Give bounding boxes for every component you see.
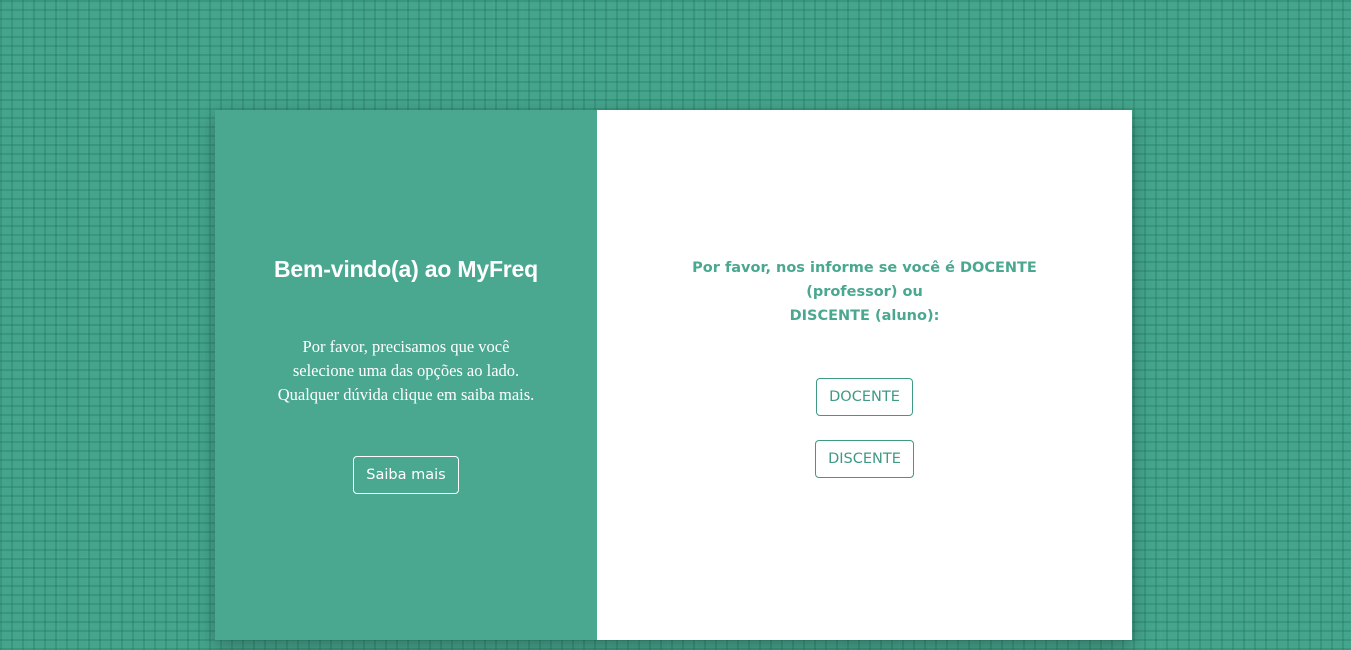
role-prompt: Por favor, nos informe se você é DOCENTE… [645, 256, 1085, 328]
saiba-mais-button[interactable]: Saiba mais [353, 456, 459, 494]
welcome-text: Por favor, precisamos que você selecione… [256, 335, 556, 407]
welcome-text-line: Qualquer dúvida clique em saiba mais. [277, 385, 535, 404]
role-prompt-line: Por favor, nos informe se você é DOCENTE… [692, 260, 1037, 300]
discente-button[interactable]: DISCENTE [815, 440, 914, 478]
welcome-text-line: selecione uma das opções ao lado. [292, 361, 520, 380]
role-selection-panel: Por favor, nos informe se você é DOCENTE… [597, 110, 1132, 640]
welcome-text-line: Por favor, precisamos que você [302, 337, 510, 356]
welcome-title: Bem-vindo(a) ao MyFreq [274, 256, 538, 282]
welcome-panel: Bem-vindo(a) ao MyFreq Por favor, precis… [215, 110, 597, 640]
role-prompt-line: DISCENTE (aluno): [789, 308, 940, 324]
welcome-card: Bem-vindo(a) ao MyFreq Por favor, precis… [215, 110, 1132, 640]
docente-button[interactable]: DOCENTE [816, 378, 913, 416]
